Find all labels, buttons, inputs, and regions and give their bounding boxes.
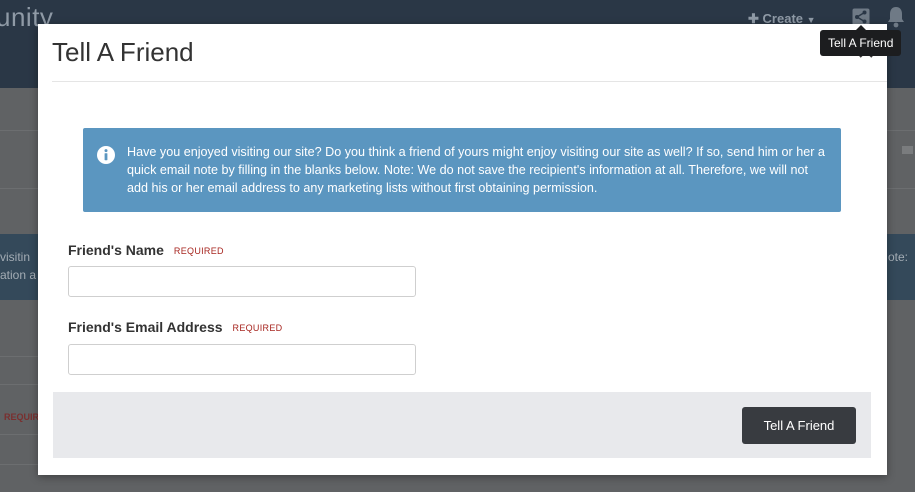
background-text: ote:: [888, 250, 909, 264]
info-alert: Have you enjoyed visiting our site? Do y…: [83, 128, 841, 212]
background-required-tag: REQUIR: [4, 412, 40, 422]
divider: [0, 434, 40, 435]
tell-a-friend-modal: Tell A Friend Have you enjoyed visiting …: [38, 24, 887, 475]
divider: [0, 384, 40, 385]
friend-email-input[interactable]: [68, 344, 416, 375]
required-tag: REQUIRED: [232, 323, 283, 333]
image-icon: [902, 146, 913, 154]
friend-name-label-text: Friend's Name: [68, 242, 164, 258]
friend-name-label: Friend's Name REQUIRED: [68, 242, 224, 258]
friend-email-label: Friend's Email Address REQUIRED: [68, 319, 282, 335]
share-tooltip: Tell A Friend: [820, 25, 902, 56]
tell-a-friend-button[interactable]: Tell A Friend: [742, 407, 856, 444]
friend-email-label-text: Friend's Email Address: [68, 319, 223, 335]
alert-text: Have you enjoyed visiting our site? Do y…: [127, 145, 825, 195]
modal-title: Tell A Friend: [52, 37, 194, 67]
bell-icon[interactable]: [886, 6, 906, 28]
friend-name-input[interactable]: [68, 266, 416, 297]
required-tag: REQUIRED: [173, 246, 224, 256]
divider: [0, 464, 40, 465]
modal-header: Tell A Friend: [52, 24, 887, 82]
background-text: ation a: [0, 268, 37, 282]
divider: [0, 356, 40, 357]
background-text: visitin: [0, 250, 31, 264]
info-icon: [97, 146, 115, 164]
modal-footer: Tell A Friend: [53, 392, 871, 458]
